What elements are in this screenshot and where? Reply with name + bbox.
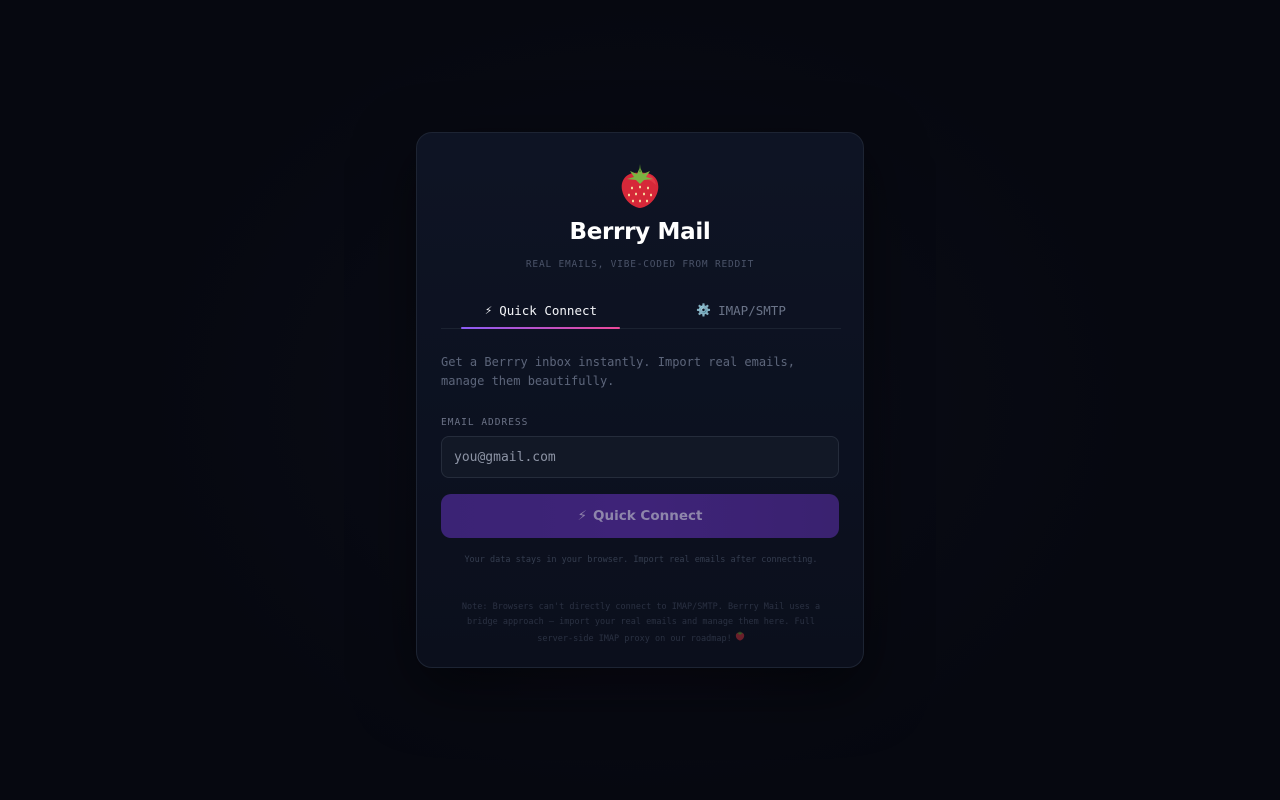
tab-label: IMAP/SMTP (718, 302, 786, 318)
bridge-note: Note: Browsers can't directly connect to… (447, 600, 835, 647)
app-tagline: REAL EMAILS, VIBE-CODED FROM REDDIT (525, 259, 755, 270)
strawberry-icon (417, 163, 863, 211)
gear-icon: ⚙️ (696, 303, 712, 317)
quick-connect-description: Get a Berrry inbox instantly. Import rea… (441, 355, 796, 388)
privacy-footnote: Your data stays in your browser. Import … (464, 555, 818, 565)
active-tab-indicator (461, 327, 620, 329)
lightning-icon: ⚡ (484, 303, 493, 317)
tab-label: Quick Connect (499, 302, 598, 318)
button-label: Quick Connect (593, 508, 703, 524)
app-title: Berrry Mail (569, 219, 711, 245)
email-label: EMAIL ADDRESS (441, 417, 529, 428)
lightning-icon: ⚡ (577, 508, 588, 524)
tab-quick-connect[interactable]: ⚡ Quick Connect (441, 291, 641, 329)
login-card: Berrry Mail REAL EMAILS, VIBE-CODED FROM… (416, 132, 864, 668)
email-field[interactable] (441, 436, 839, 478)
bridge-note-text: Note: Browsers can't directly connect to… (461, 602, 821, 644)
tab-imap-smtp[interactable]: ⚙️ IMAP/SMTP (641, 291, 841, 329)
connection-tabs: ⚡ Quick Connect ⚙️ IMAP/SMTP (441, 291, 841, 329)
quick-connect-button[interactable]: ⚡ Quick Connect (441, 494, 839, 538)
strawberry-icon (735, 630, 745, 647)
